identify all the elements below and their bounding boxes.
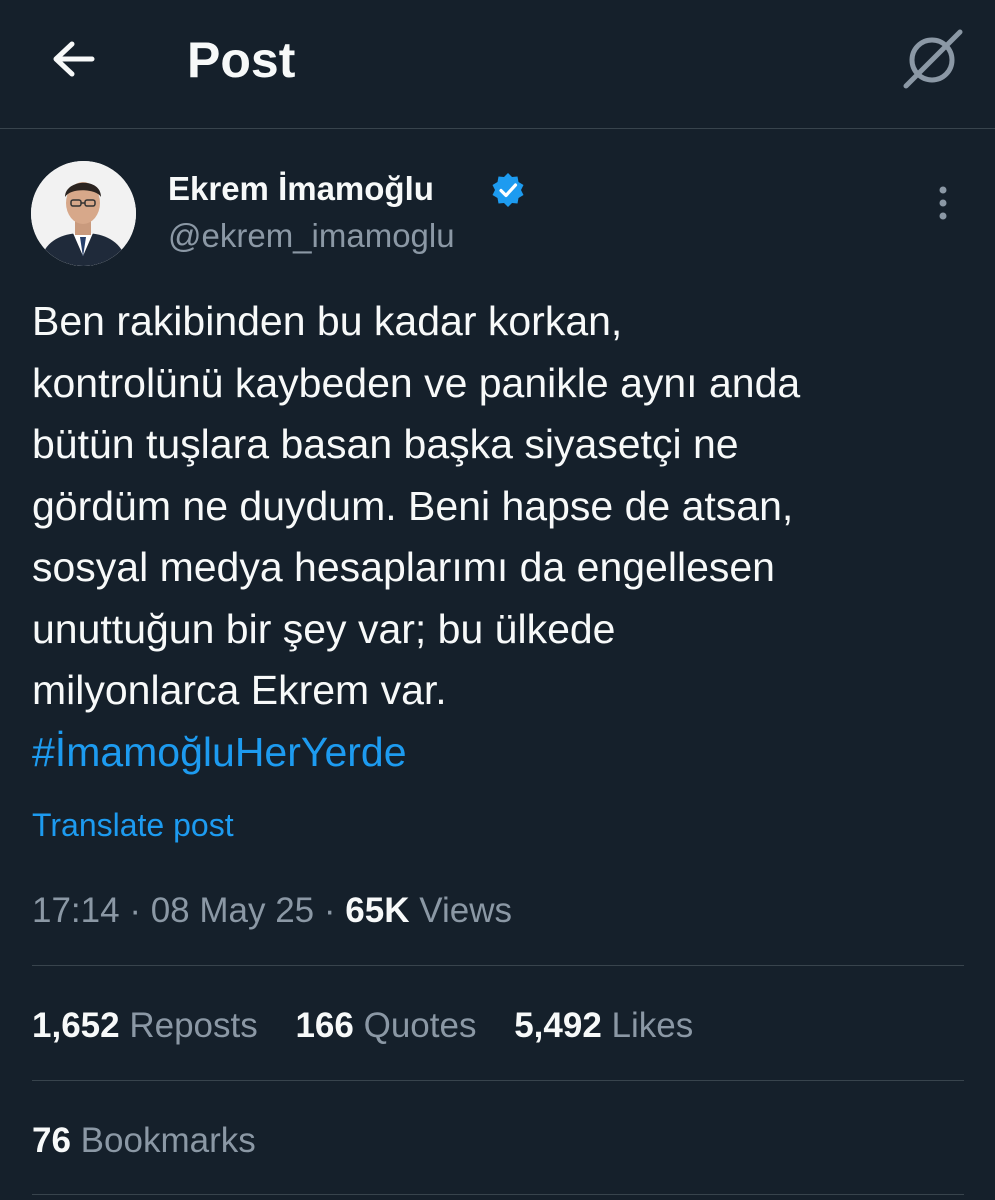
- separator-dot: ·: [323, 891, 336, 930]
- post-text-line: gördüm ne duydum. Beni hapse de atsan,: [32, 482, 794, 529]
- quotes-count: 166: [295, 1006, 354, 1045]
- post-metadata: 17:14 · 08 May 25 · 65K Views: [32, 888, 512, 934]
- more-options-button[interactable]: [922, 180, 964, 228]
- reposts-count: 1,652: [32, 1006, 120, 1045]
- translate-post-link[interactable]: Translate post: [32, 804, 234, 846]
- engagement-stats: 1,652 Reposts 166 Quotes 5,492 Likes: [32, 1003, 721, 1049]
- quotes-label: Quotes: [363, 1006, 477, 1045]
- reposts-stat[interactable]: 1,652 Reposts: [32, 1003, 258, 1049]
- views-count: 65K: [345, 891, 410, 930]
- bookmarks-stat[interactable]: 76 Bookmarks: [32, 1118, 256, 1164]
- quotes-stat[interactable]: 166 Quotes: [295, 1003, 476, 1049]
- profile-photo: [31, 161, 136, 266]
- post-time[interactable]: 17:14: [32, 891, 120, 930]
- author-handle[interactable]: @ekrem_imamoglu: [168, 216, 455, 256]
- avatar[interactable]: [31, 161, 136, 266]
- post-date[interactable]: 08 May 25: [151, 891, 314, 930]
- post-text-line: bütün tuşlara basan başka siyasetçi ne: [32, 421, 739, 467]
- divider: [32, 1080, 964, 1081]
- top-bar: Post: [0, 0, 995, 129]
- bookmarks-label: Bookmarks: [80, 1121, 256, 1160]
- arrow-left-icon: [53, 41, 95, 77]
- reposts-label: Reposts: [129, 1006, 258, 1045]
- likes-stat[interactable]: 5,492 Likes: [514, 1003, 693, 1049]
- post-text-line: unuttuğun bir şey var; bu ülkede: [32, 605, 616, 652]
- bookmarks-count: 76: [32, 1121, 71, 1160]
- verified-badge: [490, 172, 526, 208]
- page-title: Post: [187, 32, 296, 88]
- post-text-line: milyonlarca Ekrem var.: [32, 667, 447, 713]
- verified-badge-icon: [492, 173, 524, 207]
- author-name[interactable]: Ekrem İmamoğlu: [168, 168, 434, 210]
- post-text-line: kontrolünü kaybeden ve panikle aynı anda: [32, 359, 801, 406]
- post-text: Ben rakibinden bu kadar korkan, kontrolü…: [32, 291, 967, 783]
- grok-icon: [903, 29, 963, 89]
- grok-button[interactable]: [898, 26, 966, 94]
- more-vertical-icon: [939, 186, 947, 220]
- likes-count: 5,492: [514, 1006, 602, 1045]
- post-text-line: sosyal medya hesaplarımı da engellesen: [32, 544, 775, 590]
- post-text-line: Ben rakibinden bu kadar korkan,: [32, 298, 623, 344]
- views-label: Views: [419, 891, 512, 930]
- likes-label: Likes: [611, 1006, 694, 1045]
- separator-dot: ·: [129, 891, 141, 930]
- back-button[interactable]: [44, 30, 104, 90]
- divider: [32, 1194, 964, 1195]
- hashtag-link[interactable]: #İmamoğluHerYerde: [32, 722, 967, 784]
- divider: [32, 965, 964, 966]
